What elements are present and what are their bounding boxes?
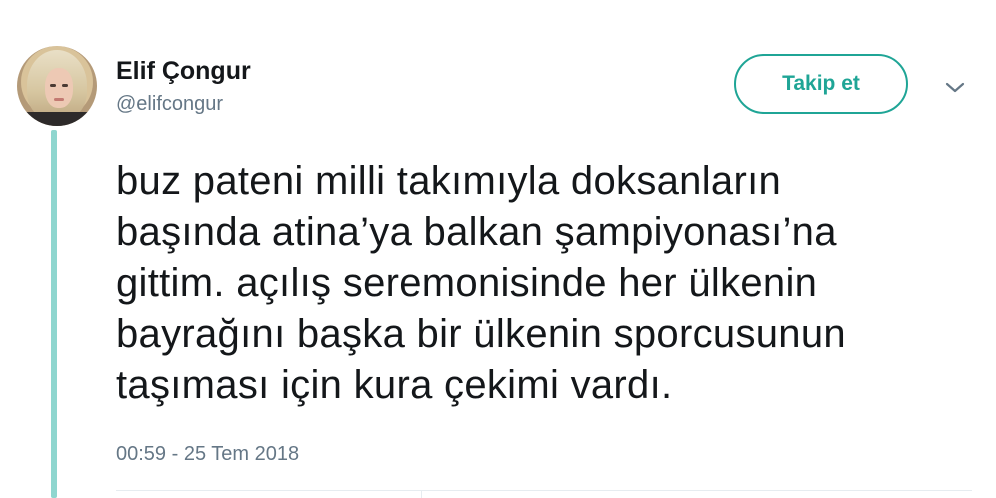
avatar-face [45,68,73,108]
avatar-shoulder [17,112,97,126]
chevron-down-icon[interactable] [942,78,968,96]
avatar-eye-left [50,84,56,87]
follow-button-label: Takip et [782,72,860,95]
tweet-text-line: taşıması için kura çekimi vardı. [116,363,673,407]
tweet-text: buz pateni milli takımıyla doksanların b… [116,156,976,411]
tweet-text-line: bayrağını başka bir ülkenin sporcusunun [116,312,846,356]
tweet-text-line: buz pateni milli takımıyla doksanların [116,159,782,203]
user-name[interactable]: Elif Çongur [116,57,251,86]
avatar-eye-right [62,84,68,87]
follow-button[interactable]: Takip et [734,54,908,114]
user-handle[interactable]: @elifcongur [116,93,223,116]
divider [116,490,972,491]
tweet-timestamp[interactable]: 00:59 - 25 Tem 2018 [116,443,299,466]
divider-tick [421,490,422,498]
tweet-text-line: başında atina’ya balkan şampiyonası’na [116,210,837,254]
avatar-mouth [54,98,64,101]
thread-line [51,130,57,498]
tweet-text-line: gittim. açılış seremonisinde her ülkenin [116,261,818,305]
avatar[interactable] [17,46,97,126]
